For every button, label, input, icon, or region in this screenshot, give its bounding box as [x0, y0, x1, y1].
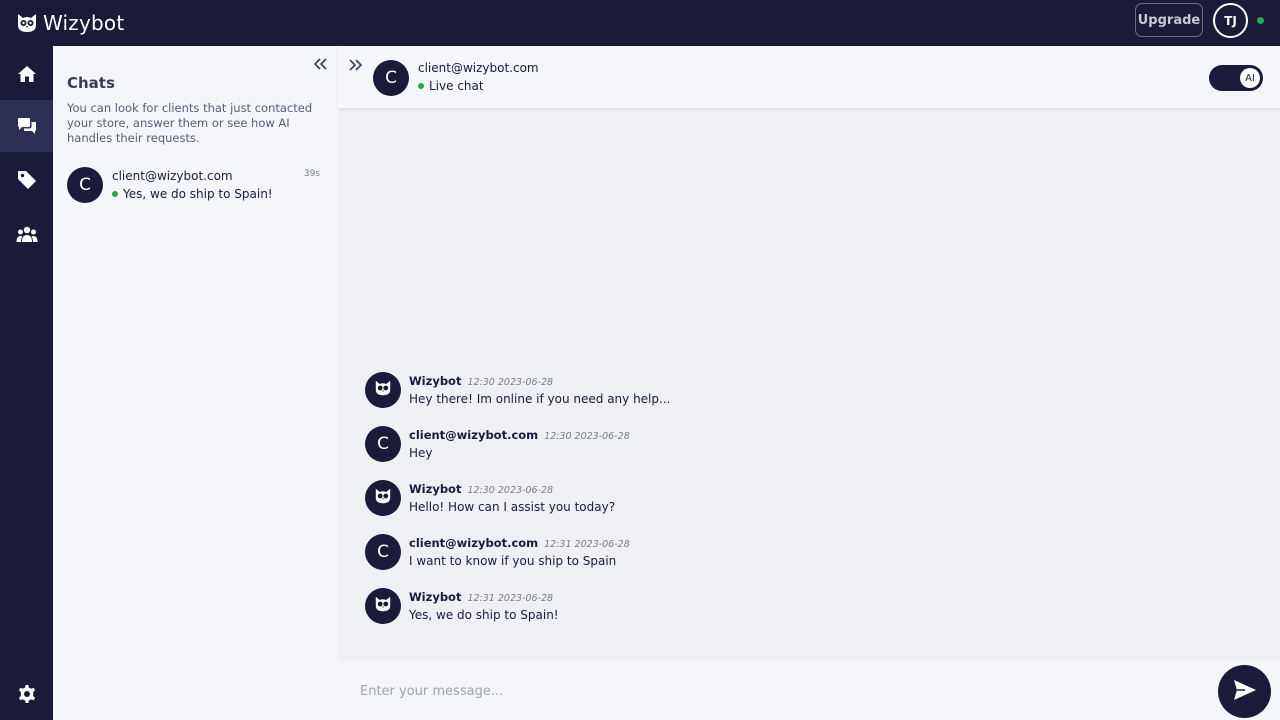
- message-sender: Wizybot: [409, 374, 462, 388]
- send-icon: [1233, 679, 1257, 704]
- wizybot-avatar: [365, 588, 401, 624]
- chats-title: Chats: [67, 74, 115, 92]
- wizybot-logo-icon: [374, 596, 392, 616]
- upgrade-button[interactable]: Upgrade: [1135, 3, 1203, 37]
- conversation-status-text: Live chat: [429, 79, 484, 93]
- expand-panel-button[interactable]: [347, 55, 365, 75]
- message-time: 12:30 2023-06-28: [467, 377, 554, 388]
- message: C client@wizybot.com 12:30 2023-06-28 Hey: [365, 426, 865, 466]
- live-indicator: [112, 191, 118, 197]
- send-button[interactable]: [1218, 665, 1271, 718]
- nav-item-chats[interactable]: [0, 100, 53, 152]
- chats-panel: Chats You can look for clients that just…: [53, 46, 338, 720]
- user-avatar[interactable]: TJ: [1213, 3, 1248, 38]
- home-icon: [17, 65, 37, 83]
- chat-bubbles-icon: [17, 117, 37, 135]
- message-sender: Wizybot: [409, 482, 462, 496]
- message-time: 12:31 2023-06-28: [544, 539, 630, 550]
- message-list: Wizybot 12:30 2023-06-28 Hey there! Im on…: [338, 108, 1280, 660]
- message-sender: Wizybot: [409, 590, 462, 604]
- conversation-header: C client@wizybot.com Live chat AI: [338, 46, 1280, 108]
- chat-list-item[interactable]: C client@wizybot.com 39s Yes, we do ship…: [67, 167, 323, 205]
- nav-item-team[interactable]: [0, 208, 53, 260]
- chat-list-item-time: 39s: [303, 169, 320, 179]
- collapse-panel-button[interactable]: [311, 54, 329, 74]
- client-avatar: C: [365, 534, 401, 570]
- message-text: I want to know if you ship to Spain: [409, 554, 617, 568]
- message-time: 12:31 2023-06-28: [467, 593, 554, 604]
- chats-description: You can look for clients that just conta…: [67, 101, 313, 145]
- message-sender: client@wizybot.com: [409, 428, 539, 442]
- nav-item-settings[interactable]: [0, 671, 53, 720]
- message: Wizybot 12:30 2023-06-28 Hey there! Im on…: [365, 372, 865, 412]
- team-icon: [16, 225, 38, 243]
- brand[interactable]: Wizybot: [16, 11, 124, 35]
- message-time: 12:30 2023-06-28: [467, 485, 554, 496]
- live-indicator: [418, 83, 424, 89]
- message-text: Hey there! Im online if you need any hel…: [409, 392, 671, 406]
- message-time: 12:30 2023-06-28: [544, 431, 630, 442]
- message-text: Hey: [409, 446, 433, 460]
- user-online-indicator: [1257, 17, 1264, 24]
- message-sender: client@wizybot.com: [409, 536, 539, 550]
- conversation-client-name: client@wizybot.com: [418, 61, 539, 75]
- conversation-status: Live chat: [418, 79, 484, 93]
- conversation-panel: C client@wizybot.com Live chat AI Wizybo…: [338, 46, 1280, 720]
- wizybot-avatar: [365, 480, 401, 516]
- wizybot-avatar: [365, 372, 401, 408]
- chevron-double-right-icon: [349, 56, 363, 75]
- wizybot-logo-icon: [16, 12, 38, 34]
- chat-list-item-preview: Yes, we do ship to Spain!: [112, 187, 273, 201]
- top-bar: Wizybot Upgrade TJ: [0, 0, 1280, 46]
- nav-item-tags[interactable]: [0, 154, 53, 206]
- chat-list-item-preview-text: Yes, we do ship to Spain!: [123, 187, 273, 201]
- conversation-avatar: C: [373, 60, 409, 96]
- message-input[interactable]: [352, 674, 1212, 708]
- message-text: Yes, we do ship to Spain!: [409, 608, 559, 622]
- brand-name: Wizybot: [43, 11, 125, 35]
- wizybot-logo-icon: [374, 380, 392, 400]
- client-avatar: C: [67, 167, 103, 203]
- gear-icon: [17, 684, 37, 708]
- ai-toggle-knob: AI: [1240, 68, 1260, 88]
- tag-icon: [17, 170, 37, 190]
- message: Wizybot 12:30 2023-06-28 Hello! How can I…: [365, 480, 865, 520]
- ai-toggle[interactable]: AI: [1209, 65, 1263, 91]
- client-avatar: C: [365, 426, 401, 462]
- left-nav: [0, 46, 53, 720]
- nav-item-home[interactable]: [0, 48, 53, 100]
- chat-list-item-name: client@wizybot.com: [112, 169, 233, 183]
- chevron-double-left-icon: [313, 55, 327, 74]
- message: C client@wizybot.com 12:31 2023-06-28 I w…: [365, 534, 865, 574]
- message: Wizybot 12:31 2023-06-28 Yes, we do ship …: [365, 588, 865, 628]
- message-composer: [338, 660, 1280, 720]
- message-text: Hello! How can I assist you today?: [409, 500, 616, 514]
- wizybot-logo-icon: [374, 488, 392, 508]
